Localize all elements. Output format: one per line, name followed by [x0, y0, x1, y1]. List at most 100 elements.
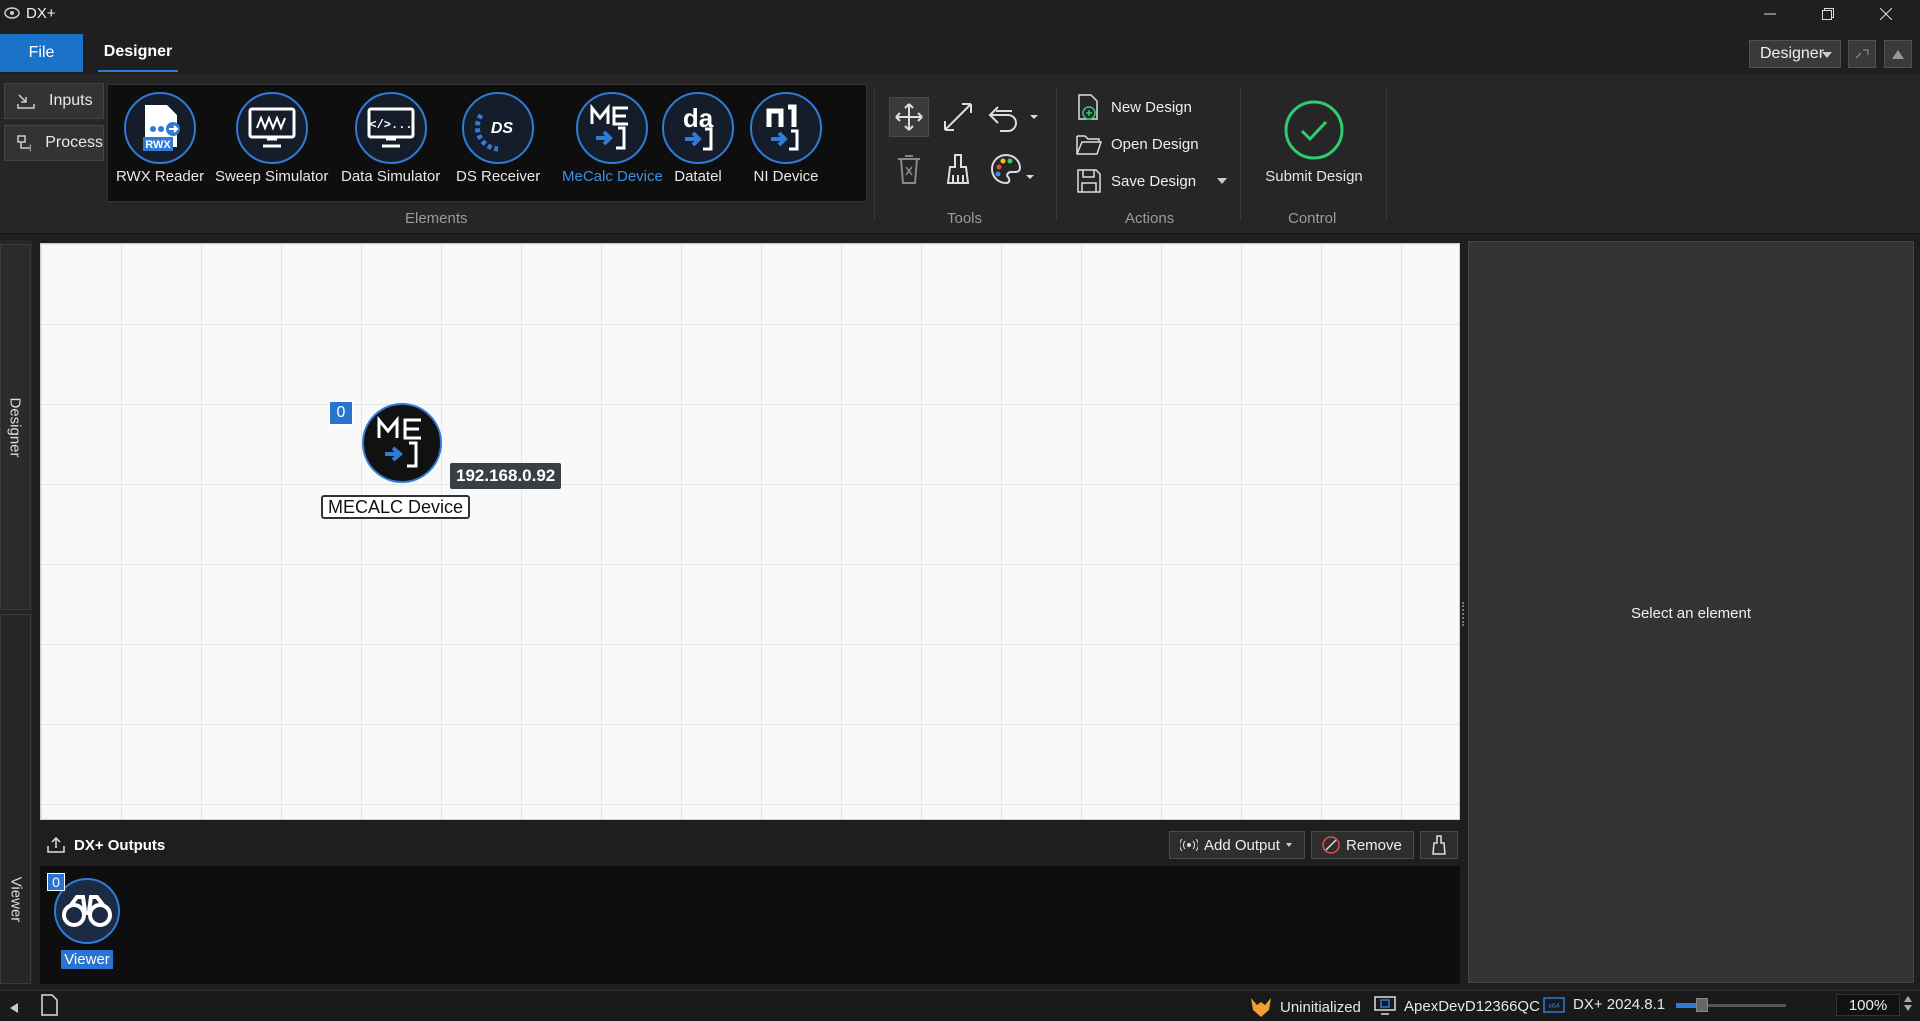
properties-placeholder: Select an element: [1630, 605, 1752, 622]
new-design-button[interactable]: New Design: [1075, 92, 1192, 122]
chevron-down-icon: [1217, 178, 1227, 184]
element-ni-device[interactable]: NI Device: [750, 92, 822, 185]
inputs-label: Inputs: [49, 92, 93, 109]
remove-output-button[interactable]: Remove: [1311, 831, 1414, 859]
inputs-button[interactable]: Inputs: [4, 83, 104, 119]
remove-output-label: Remove: [1346, 836, 1402, 854]
status-machine: ApexDevD12366QC: [1374, 996, 1540, 1016]
node-ip-label: 192.168.0.92: [450, 463, 562, 489]
submit-design-button[interactable]: Submit Design: [1264, 98, 1364, 185]
move-tool-button[interactable]: [889, 97, 929, 137]
trash-icon: [898, 155, 920, 184]
chevron-down-icon: [1822, 52, 1832, 58]
document-icon: [41, 994, 58, 1016]
brush-icon: [1432, 835, 1446, 855]
ribbon-divider: [1240, 88, 1241, 220]
delete-tool-button[interactable]: [889, 149, 929, 189]
close-button[interactable]: [1858, 0, 1914, 28]
panel-splitter[interactable]: [1462, 602, 1466, 626]
palette-tool-button[interactable]: [984, 149, 1040, 189]
status-machine-text: ApexDevD12366QC: [1404, 997, 1540, 1015]
minimize-button[interactable]: [1742, 0, 1798, 28]
sweep-monitor-icon: [235, 92, 308, 164]
inputs-icon: [17, 94, 35, 109]
collapse-ribbon-button[interactable]: [1848, 40, 1876, 68]
outputs-title: DX+ Outputs: [74, 836, 166, 854]
clean-tool-button[interactable]: [938, 149, 978, 189]
element-label: Sweep Simulator: [215, 168, 329, 185]
broadcast-icon: [1180, 839, 1198, 851]
status-version-text: DX+ 2024.8.1: [1573, 996, 1666, 1013]
element-sweep-simulator[interactable]: Sweep Simulator: [215, 92, 328, 185]
new-design-label: New Design: [1111, 98, 1192, 116]
element-ds-receiver[interactable]: DS DS Receiver: [456, 92, 540, 185]
element-datatel[interactable]: da Datatel: [662, 92, 734, 185]
title-bar: [0, 0, 1920, 28]
node-name-label[interactable]: MECALC Device: [321, 495, 471, 519]
status-version: x64 DX+ 2024.8.1: [1543, 996, 1665, 1013]
element-mecalc-device[interactable]: MeCalc Device: [562, 92, 663, 185]
resize-tool-button[interactable]: [938, 97, 978, 137]
new-file-icon: [1078, 94, 1098, 120]
elements-group-label: Elements: [405, 210, 468, 227]
folder-open-icon: [1076, 135, 1103, 155]
element-rwx-reader[interactable]: RWX RWX Reader: [116, 92, 204, 185]
connect-tool-button[interactable]: [984, 97, 1040, 137]
save-design-button[interactable]: Save Design: [1075, 166, 1227, 196]
zoom-slider-thumb[interactable]: [1696, 998, 1708, 1012]
clear-outputs-button[interactable]: [1420, 831, 1458, 859]
file-tab[interactable]: File: [0, 34, 83, 72]
binoculars-icon: [62, 895, 112, 927]
fox-logo-icon: [1251, 998, 1271, 1017]
zoom-spinner[interactable]: [1904, 996, 1912, 1011]
collapse-left-button[interactable]: [10, 1000, 18, 1017]
triangle-up-icon: [1904, 996, 1912, 1002]
save-design-label: Save Design: [1111, 172, 1197, 190]
ribbon-up-button[interactable]: [1884, 40, 1912, 68]
ni-device-icon: [750, 92, 822, 164]
viewer-side-tab[interactable]: Viewer: [0, 614, 31, 984]
element-label: Data Simulator: [341, 168, 441, 185]
add-output-button[interactable]: Add Output: [1169, 831, 1305, 859]
document-button[interactable]: [40, 994, 58, 1020]
minimize-icon: [1764, 13, 1776, 15]
designer-tab[interactable]: Designer: [98, 34, 178, 72]
zoom-value-field[interactable]: 100%: [1836, 994, 1900, 1016]
designer-side-tab[interactable]: Designer: [0, 244, 31, 610]
process-icon: [17, 135, 32, 151]
remove-circle-icon: [1322, 836, 1340, 854]
element-data-simulator[interactable]: </>... Data Simulator: [341, 92, 440, 185]
collapse-icon: [1855, 49, 1869, 59]
add-output-label: Add Output: [1204, 836, 1280, 854]
mode-select-value: Designer: [1760, 45, 1825, 62]
viewer-count-badge: 0: [47, 873, 65, 891]
check-circle-icon: [1284, 100, 1344, 160]
ribbon-divider: [1056, 88, 1057, 220]
restore-button[interactable]: [1800, 0, 1856, 28]
tools-group-label: Tools: [947, 210, 983, 227]
viewer-side-tab-label: Viewer: [7, 876, 24, 922]
palette-icon: [991, 153, 1034, 185]
mecalc-node[interactable]: [362, 403, 442, 483]
datatel-icon: da: [662, 92, 734, 164]
actions-group-label: Actions: [1125, 210, 1175, 227]
connect-dropdown-icon: [988, 106, 1038, 132]
move-icon: [895, 103, 923, 131]
rwx-file-icon: RWX: [124, 92, 197, 164]
outputs-header: DX+ Outputs: [46, 836, 165, 854]
process-button[interactable]: Process: [4, 125, 104, 161]
code-monitor-icon: </>...: [354, 92, 427, 164]
design-canvas[interactable]: [40, 243, 1460, 820]
outputs-area: [40, 866, 1460, 984]
open-design-button[interactable]: Open Design: [1075, 129, 1199, 159]
app-logo-icon: [4, 7, 20, 19]
element-label: DS Receiver: [456, 168, 541, 185]
triangle-down-icon: [1904, 1005, 1912, 1011]
outputs-icon: [47, 836, 65, 853]
chevron-down-icon: [1285, 843, 1292, 847]
status-state-text: Uninitialized: [1280, 998, 1361, 1016]
submit-design-label: Submit Design: [1265, 168, 1363, 185]
element-label: RWX Reader: [116, 168, 205, 185]
close-icon: [1880, 8, 1892, 20]
mode-select[interactable]: Designer: [1749, 40, 1841, 68]
